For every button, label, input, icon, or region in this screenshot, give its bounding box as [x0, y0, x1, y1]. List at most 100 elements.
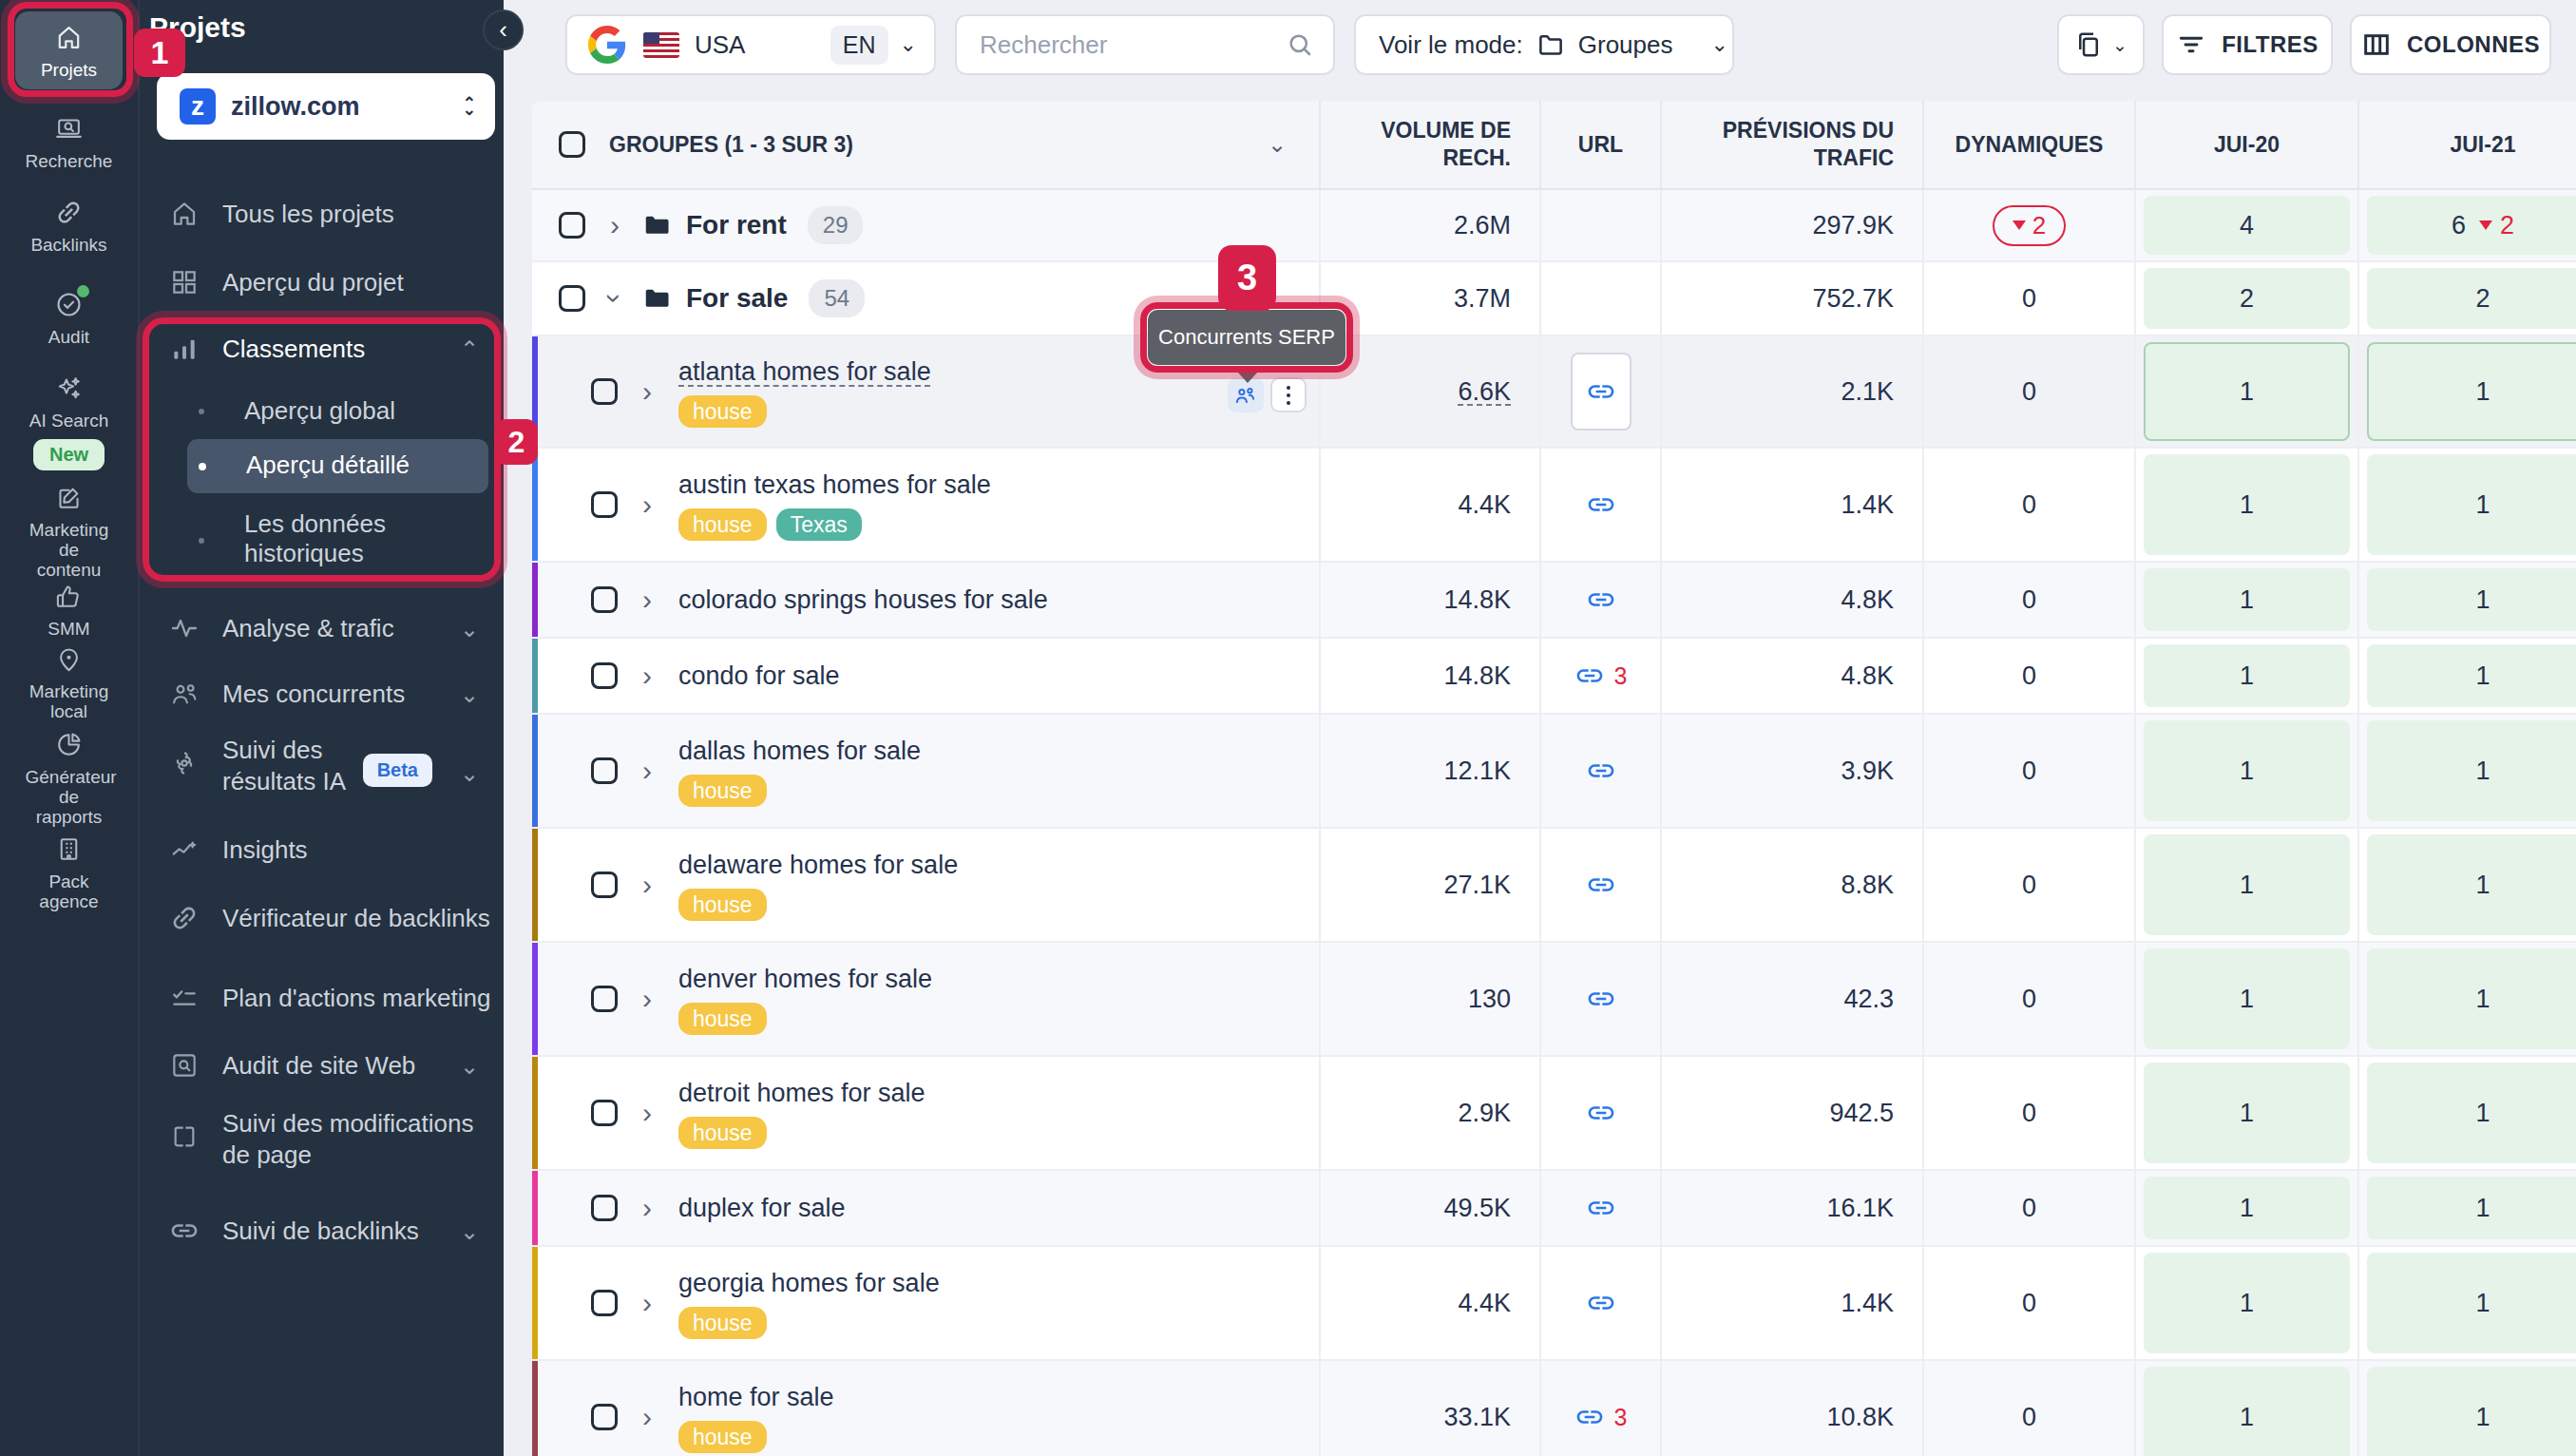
keyword-row[interactable]: ›delaware homes for salehouse27.1K8.8K01… — [532, 829, 2576, 943]
sidebar-item-apercu-detaille[interactable]: Aperçu détaillé — [140, 450, 506, 480]
rank-cell-jui21[interactable]: 1 — [2367, 1177, 2576, 1239]
chevron-right-icon[interactable]: › — [642, 375, 652, 408]
sidebar-item-insights[interactable]: Insights — [140, 833, 506, 866]
url-link-button[interactable] — [1586, 584, 1616, 615]
rank-cell-jui21[interactable]: 1 — [2367, 720, 2576, 821]
sidebar-item-smm[interactable]: SMM — [0, 580, 138, 639]
keyword-tag[interactable]: house — [678, 775, 767, 807]
keyword-name[interactable]: denver homes for sale — [678, 965, 932, 993]
sidebar-item-generateur-rapports[interactable]: Générateur de rapports — [0, 728, 138, 827]
rank-cell-jui20[interactable]: 2 — [2144, 268, 2350, 329]
rank-cell-jui20[interactable]: 1 — [2144, 454, 2350, 555]
rank-cell-jui20[interactable]: 1 — [2144, 644, 2350, 707]
sidebar-item-audit[interactable]: Audit — [0, 288, 138, 347]
url-link-button[interactable] — [1586, 756, 1616, 786]
keyword-name[interactable]: condo for sale — [678, 661, 840, 690]
header-jui20[interactable]: JUI-20 — [2134, 101, 2357, 188]
keyword-row[interactable]: ›duplex for sale49.5K16.1K011 — [532, 1171, 2576, 1247]
chevron-right-icon[interactable]: › — [642, 869, 652, 901]
sidebar-item-apercu-global[interactable]: Aperçu global — [140, 396, 506, 426]
sidebar-item-verificateur-backlinks[interactable]: Vérificateur de backlinks — [140, 902, 506, 934]
sidebar-item-audit-site-web[interactable]: Audit de site Web ⌄ — [140, 1049, 506, 1082]
search-input[interactable]: Rechercher — [955, 14, 1335, 75]
rank-cell-jui20[interactable]: 1 — [2144, 568, 2350, 631]
columns-button[interactable]: COLONNES — [2350, 14, 2551, 75]
row-checkbox[interactable] — [591, 872, 618, 898]
sidebar-item-donnees-historiques[interactable]: Les données historiques — [140, 509, 506, 568]
sidebar-item-marketing-contenu[interactable]: Marketing de contenu — [0, 481, 138, 580]
keyword-row[interactable]: ›austin texas homes for salehouseTexas4.… — [532, 449, 2576, 563]
rank-cell-jui21[interactable]: 1 — [2367, 454, 2576, 555]
rank-cell-jui21[interactable]: 1 — [2367, 948, 2576, 1049]
keyword-tag[interactable]: house — [678, 1421, 767, 1453]
sidebar-item-suivi-modifications[interactable]: Suivi des modifications de page — [140, 1107, 506, 1171]
filters-button[interactable]: FILTRES — [2162, 14, 2333, 75]
rank-cell-jui21[interactable]: 1 — [2367, 1253, 2576, 1353]
keyword-row[interactable]: ›detroit homes for salehouse2.9K942.5011 — [532, 1057, 2576, 1171]
view-mode-selector[interactable]: Voir le mode: Groupes ⌄ — [1354, 14, 1734, 75]
chevron-right-icon[interactable]: › — [642, 1192, 652, 1224]
row-checkbox[interactable] — [591, 1290, 618, 1316]
keyword-row[interactable]: ›condo for sale14.8K34.8K011 — [532, 639, 2576, 715]
header-jui21[interactable]: JUI-21 — [2357, 101, 2576, 188]
rank-cell-jui20[interactable]: 1 — [2144, 948, 2350, 1049]
header-url[interactable]: URL — [1539, 101, 1660, 188]
sidebar-item-ai-search[interactable]: AI Search New — [0, 372, 138, 470]
url-link-button[interactable]: 3 — [1574, 661, 1628, 691]
chevron-right-icon[interactable]: › — [642, 1097, 652, 1129]
keyword-row[interactable]: ›georgia homes for salehouse4.4K1.4K011 — [532, 1247, 2576, 1361]
row-checkbox[interactable] — [559, 212, 585, 239]
chevron-right-icon[interactable]: › — [642, 660, 652, 692]
chevron-right-icon[interactable]: › — [642, 983, 652, 1015]
rank-cell-jui20[interactable]: 1 — [2144, 342, 2350, 441]
rank-cell-jui20[interactable]: 1 — [2144, 834, 2350, 935]
url-link-button[interactable] — [1586, 984, 1616, 1014]
row-checkbox[interactable] — [559, 285, 585, 312]
select-all-checkbox[interactable] — [559, 131, 585, 158]
row-checkbox[interactable] — [591, 1404, 618, 1430]
group-row[interactable]: ›For rent292.6M297.9K2462 — [532, 190, 2576, 262]
row-checkbox[interactable] — [591, 662, 618, 689]
row-checkbox[interactable] — [591, 757, 618, 784]
url-link-button[interactable]: 3 — [1574, 1402, 1628, 1432]
rank-cell-jui20[interactable]: 1 — [2144, 720, 2350, 821]
group-name[interactable]: For sale — [686, 283, 788, 314]
keyword-name[interactable]: duplex for sale — [678, 1194, 846, 1222]
url-link-button[interactable] — [1586, 489, 1616, 520]
rank-cell-jui21[interactable]: 62 — [2367, 196, 2576, 255]
rank-cell-jui20[interactable]: 1 — [2144, 1253, 2350, 1353]
row-checkbox[interactable] — [591, 986, 618, 1012]
keyword-row[interactable]: ›denver homes for salehouse13042.3011 — [532, 943, 2576, 1057]
row-checkbox[interactable] — [591, 586, 618, 613]
sidebar-item-suivi-backlinks[interactable]: Suivi de backlinks ⌄ — [140, 1215, 506, 1247]
row-checkbox[interactable] — [591, 1195, 618, 1221]
search-engine-selector[interactable]: USA EN ⌄ — [565, 14, 936, 75]
sidebar-item-marketing-local[interactable]: Marketing local — [0, 642, 138, 721]
row-checkbox[interactable] — [591, 378, 618, 405]
header-traffic[interactable]: PRÉVISIONS DUTRAFIC — [1660, 101, 1922, 188]
keyword-name[interactable]: delaware homes for sale — [678, 851, 958, 879]
rank-cell-jui20[interactable]: 1 — [2144, 1063, 2350, 1163]
search-volume[interactable]: 6.6K — [1458, 377, 1511, 407]
keyword-name[interactable]: home for sale — [678, 1383, 834, 1411]
header-volume[interactable]: VOLUME DERECH. — [1319, 101, 1539, 188]
rank-cell-jui20[interactable]: 1 — [2144, 1367, 2350, 1456]
sidebar-item-tous-les-projets[interactable]: Tous les projets — [140, 198, 506, 230]
group-name[interactable]: For rent — [686, 210, 787, 240]
header-dynamics[interactable]: DYNAMIQUES — [1922, 101, 2134, 188]
keyword-row[interactable]: ›dallas homes for salehouse12.1K3.9K011 — [532, 715, 2576, 829]
header-groups[interactable]: GROUPES (1 - 3 SUR 3) ⌄ — [532, 101, 1319, 188]
keyword-name[interactable]: atlanta homes for sale — [678, 357, 931, 386]
chevron-right-icon[interactable]: › — [642, 1401, 652, 1433]
rank-cell-jui21[interactable]: 2 — [2367, 268, 2576, 329]
sidebar-item-analyse-trafic[interactable]: Analyse & trafic ⌄ — [140, 612, 506, 644]
row-menu-button[interactable] — [1270, 377, 1307, 412]
sidebar-item-mes-concurrents[interactable]: Mes concurrents ⌄ — [140, 678, 506, 710]
rank-cell-jui21[interactable]: 1 — [2367, 834, 2576, 935]
chevron-right-icon[interactable]: › — [610, 209, 620, 241]
keyword-tag[interactable]: house — [678, 889, 767, 921]
url-link-button[interactable] — [1586, 1193, 1616, 1223]
group-row[interactable]: ›For sale543.7M752.7K022 — [532, 262, 2576, 336]
url-link-button[interactable] — [1571, 353, 1631, 431]
rank-cell-jui21[interactable]: 1 — [2367, 568, 2576, 631]
